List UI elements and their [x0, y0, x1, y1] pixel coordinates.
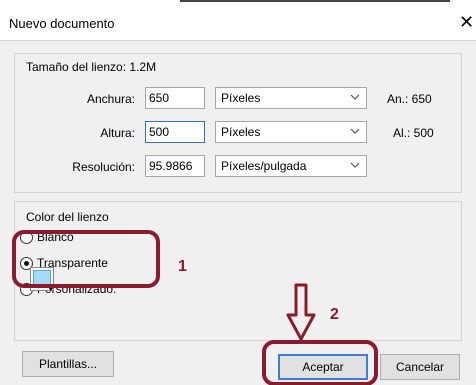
height-unit-select[interactable]: Píxeles: [215, 121, 367, 143]
canvas-color-label: Color del lienzo: [24, 210, 111, 224]
top-edge-line: [180, 0, 450, 2]
width-unit-value: Píxeles: [221, 91, 261, 105]
annotation-box-2: [262, 340, 378, 385]
cancel-button[interactable]: Cancelar: [380, 354, 460, 380]
window-title: Nuevo documento: [9, 16, 115, 31]
annotation-box-1: [12, 230, 160, 288]
height-label: Altura:: [100, 126, 135, 140]
close-icon[interactable]: [459, 12, 474, 33]
width-unit-select[interactable]: Píxeles: [215, 87, 367, 109]
annotation-step-2: 2: [330, 306, 339, 323]
width-label: Anchura:: [86, 92, 135, 106]
height-info: Al.: 500: [393, 126, 434, 140]
width-info: An.: 650: [387, 92, 432, 106]
resolution-unit-value: Píxeles/pulgada: [221, 159, 307, 173]
title-bar: Nuevo documento: [0, 0, 476, 40]
resolution-label: Resolución:: [72, 160, 135, 174]
templates-button[interactable]: Plantillas...: [22, 351, 114, 377]
canvas-size-group: Tamaño del lienzo: 1.2M Anchura: 650 Píx…: [14, 53, 462, 193]
height-unit-value: Píxeles: [221, 125, 261, 139]
resolution-input[interactable]: 95.9866: [145, 155, 205, 177]
chevron-down-icon: [350, 94, 360, 100]
dialog-body: Tamaño del lienzo: 1.2M Anchura: 650 Píx…: [0, 40, 476, 385]
height-input[interactable]: 500: [145, 121, 205, 143]
resolution-unit-select[interactable]: Píxeles/pulgada: [215, 155, 367, 177]
chevron-down-icon: [350, 162, 360, 168]
chevron-down-icon: [350, 128, 360, 134]
canvas-size-label: Tamaño del lienzo: 1.2M: [24, 60, 159, 74]
annotation-arrow-icon: [286, 283, 316, 341]
annotation-step-1: 1: [178, 258, 187, 275]
width-input[interactable]: 650: [145, 87, 205, 109]
